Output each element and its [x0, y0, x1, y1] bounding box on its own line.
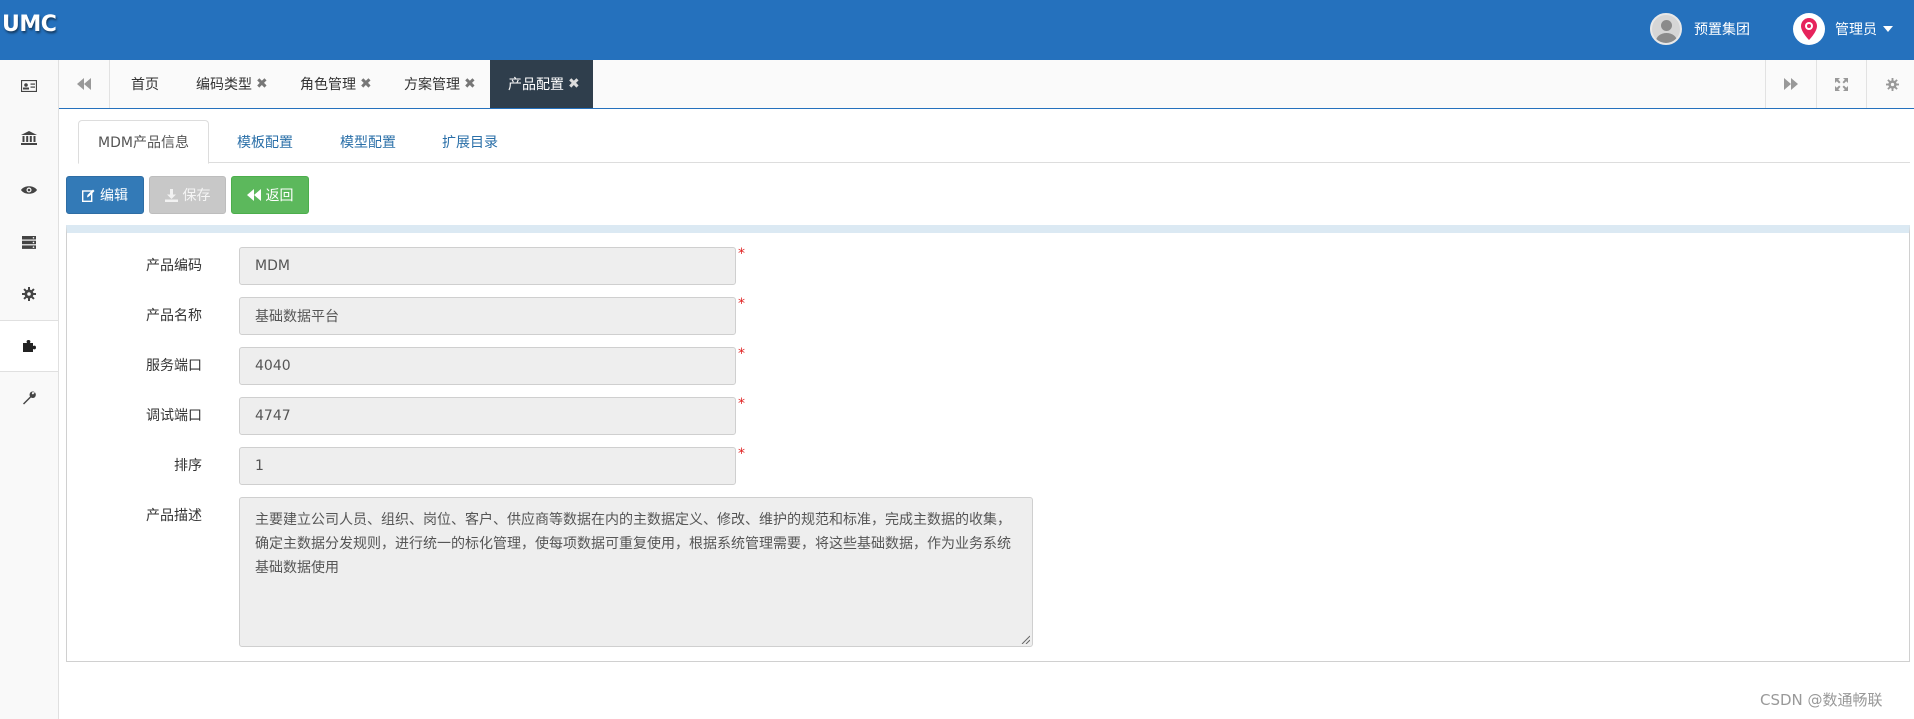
back-button-label: 返回	[265, 188, 294, 204]
sidebar-item-server[interactable]	[0, 216, 58, 268]
product-name-field[interactable]: 基础数据平台	[239, 297, 736, 335]
sidebar-item-tools[interactable]	[0, 372, 58, 424]
location-pin-icon	[1793, 13, 1825, 45]
gear-icon	[1885, 77, 1899, 91]
tab-code-type[interactable]: 编码类型 ✖	[186, 60, 278, 108]
required-mark: *	[738, 246, 745, 262]
gear-icon	[22, 287, 36, 301]
subtab-model-config[interactable]: 模型配置	[321, 120, 415, 163]
scroll-tabs-left-button[interactable]	[59, 60, 109, 108]
close-icon[interactable]: ✖	[464, 76, 476, 92]
resize-handle-icon[interactable]	[1020, 634, 1030, 644]
debug-port-field[interactable]: 4747	[239, 397, 736, 435]
product-description-textarea[interactable]: 主要建立公司人员、组织、岗位、客户、供应商等数据在内的主数据定义、修改、维护的规…	[239, 497, 1033, 647]
product-description-label: 产品描述	[146, 508, 202, 524]
bank-icon	[21, 131, 37, 145]
sidebar-item-view[interactable]	[0, 164, 58, 216]
edit-button[interactable]: 编辑	[66, 176, 144, 214]
tab-product-config[interactable]: 产品配置 ✖	[490, 60, 593, 108]
tab-home[interactable]: 首页	[117, 60, 173, 108]
tab-label: 编码类型	[196, 77, 252, 93]
tab-role-management[interactable]: 角色管理 ✖	[290, 60, 382, 108]
tab-label: 首页	[131, 77, 159, 93]
sidebar-item-institution[interactable]	[0, 112, 58, 164]
tab-divider	[109, 60, 110, 108]
sidebar-item-plugins[interactable]	[0, 320, 58, 372]
sidebar	[0, 60, 59, 719]
top-header: UMC 预置集团 管理员	[0, 0, 1914, 60]
sort-order-field[interactable]: 1	[239, 447, 736, 485]
tab-bar: 首页 编码类型 ✖ 角色管理 ✖ 方案管理 ✖ 产品配置 ✖	[59, 60, 1914, 109]
caret-down-icon	[1883, 26, 1893, 32]
tab-label: 方案管理	[404, 77, 460, 93]
fullscreen-button[interactable]	[1816, 60, 1866, 108]
sidebar-item-settings[interactable]	[0, 268, 58, 320]
org-avatar-icon	[1650, 13, 1682, 45]
sidebar-item-profile[interactable]	[0, 60, 58, 112]
save-button-label: 保存	[182, 188, 211, 204]
wrench-icon	[23, 391, 36, 405]
eye-icon	[21, 186, 37, 194]
back-button[interactable]: 返回	[231, 176, 309, 214]
debug-port-label: 调试端口	[146, 408, 202, 424]
subtab-template-config[interactable]: 模板配置	[218, 120, 312, 163]
product-code-field[interactable]: MDM	[239, 247, 736, 285]
org-switcher[interactable]: 预置集团	[1650, 12, 1750, 46]
user-menu[interactable]: 管理员	[1793, 12, 1893, 46]
subtab-label: 模板配置	[237, 134, 293, 151]
edit-button-label: 编辑	[100, 188, 128, 204]
required-mark: *	[738, 296, 745, 312]
puzzle-icon	[22, 340, 36, 352]
sort-order-label: 排序	[174, 458, 202, 474]
required-mark: *	[738, 396, 745, 412]
fullscreen-icon	[1834, 77, 1848, 91]
save-button[interactable]: 保存	[149, 176, 226, 214]
subtab-mdm-product-info[interactable]: MDM产品信息	[78, 120, 209, 164]
required-mark: *	[738, 346, 745, 362]
close-icon[interactable]: ✖	[360, 76, 372, 92]
product-code-label: 产品编码	[146, 258, 202, 274]
service-port-label: 服务端口	[146, 358, 202, 374]
double-chevron-left-icon	[246, 189, 261, 201]
double-chevron-right-icon	[1784, 78, 1798, 90]
product-description-text: 主要建立公司人员、组织、岗位、客户、供应商等数据在内的主数据定义、修改、维护的规…	[255, 512, 1011, 576]
tab-label: 角色管理	[300, 77, 356, 93]
tab-settings-button[interactable]	[1867, 60, 1914, 108]
close-icon[interactable]: ✖	[568, 76, 580, 92]
download-icon	[164, 188, 178, 202]
edit-icon	[82, 189, 95, 202]
subtab-label: 扩展目录	[442, 134, 498, 151]
scroll-tabs-right-button[interactable]	[1766, 60, 1816, 108]
app-logo[interactable]: UMC	[2, 12, 57, 37]
subtab-label: 模型配置	[340, 134, 396, 151]
product-subtabs: MDM产品信息 模板配置 模型配置 扩展目录	[78, 120, 1910, 164]
id-card-icon	[21, 80, 37, 92]
user-name: 管理员	[1835, 22, 1877, 38]
subtab-extension-directory[interactable]: 扩展目录	[423, 120, 517, 163]
subtab-label: MDM产品信息	[98, 135, 189, 151]
tab-scheme-management[interactable]: 方案管理 ✖	[394, 60, 486, 108]
product-name-label: 产品名称	[146, 308, 202, 324]
double-chevron-left-icon	[77, 78, 91, 90]
server-icon	[22, 235, 36, 249]
required-mark: *	[738, 446, 745, 462]
watermark: CSDN @数通畅联	[1760, 691, 1883, 709]
close-icon[interactable]: ✖	[256, 76, 268, 92]
org-name: 预置集团	[1694, 22, 1750, 38]
service-port-field[interactable]: 4040	[239, 347, 736, 385]
tab-label: 产品配置	[508, 77, 564, 93]
